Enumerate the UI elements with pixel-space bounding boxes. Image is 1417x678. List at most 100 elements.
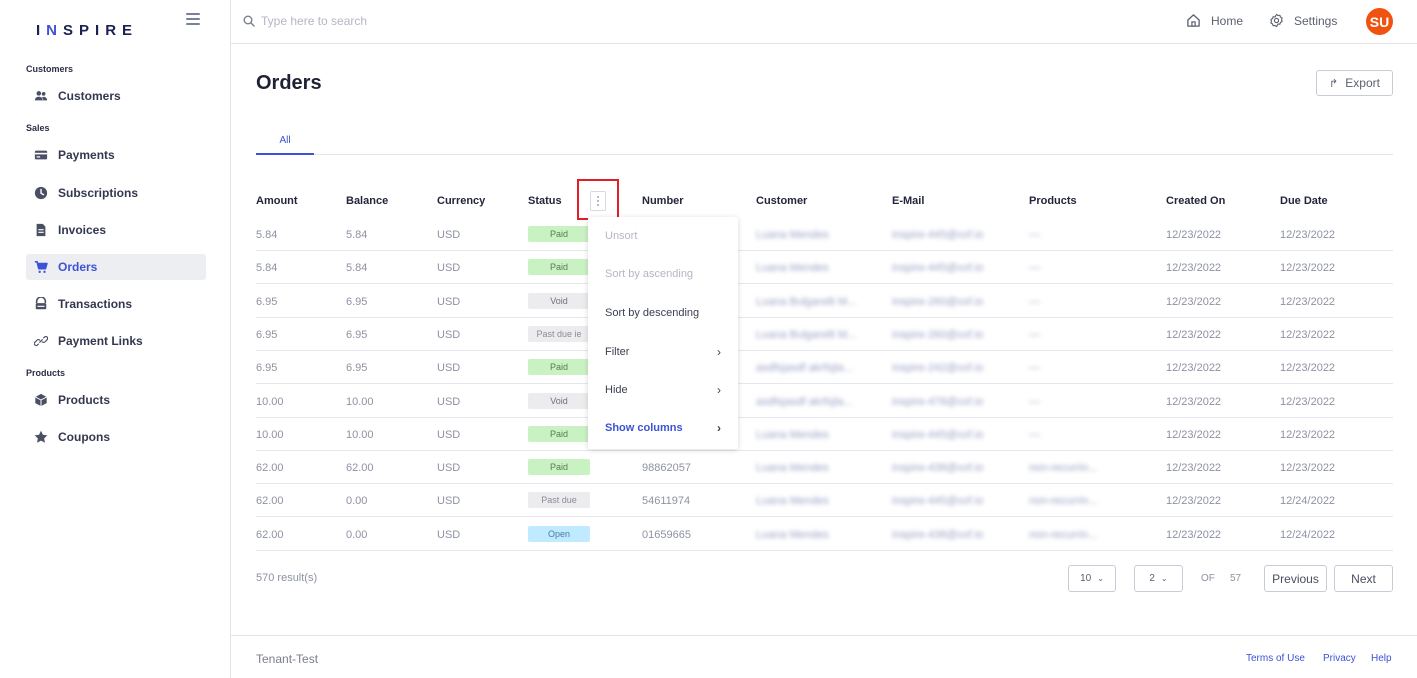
menu-item-label: Sort by ascending [605,268,694,280]
menu-item-show-columns[interactable]: Show columns › [588,409,738,447]
sidebar-item-subscriptions[interactable]: Subscriptions [26,180,206,206]
table-row[interactable]: 62.00 0.00 USD 01659665 Luana Mendes inspire-… [256,518,1393,551]
total-pages: 57 [1230,573,1242,584]
due-date-cell: 12/23/2022 [1280,328,1336,341]
number-cell: 98862057 [642,462,691,475]
table-row[interactable]: 10.00 10.00 USD Luana Mendes inspire-445@xxf… [256,418,1393,451]
sidebar-item-coupons[interactable]: Coupons [26,424,206,450]
email-cell: inspire-445@xxf.io [892,229,984,241]
export-button[interactable]: ↱ Export [1316,70,1393,96]
currency-cell: USD [437,328,461,341]
column-header-due-date[interactable]: Due Date [1280,195,1328,207]
section-label-customers: Customers [26,64,74,74]
currency-cell: USD [437,428,461,441]
previous-button[interactable]: Previous [1264,565,1327,592]
sidebar-item-payment-links[interactable]: Payment Links [26,328,206,354]
section-label-products: Products [26,368,66,378]
brand-letters: SPIRE [63,22,139,39]
column-menu-button[interactable] [590,191,606,211]
column-header-balance[interactable]: Balance [346,195,388,207]
amount-cell: 6.95 [256,362,278,375]
next-button[interactable]: Next [1334,565,1393,592]
customer-cell: Luana Mendes [756,462,829,475]
customer-cell: asdfsjasdf akrfsjla... [756,362,853,375]
column-header-currency[interactable]: Currency [437,195,485,207]
balance-cell: 6.95 [346,295,368,308]
menu-item-hide[interactable]: Hide › [588,371,738,409]
due-date-cell: 12/23/2022 [1280,462,1336,475]
clock-icon [34,186,48,200]
help-link[interactable]: Help [1371,653,1392,664]
amount-cell: 6.95 [256,328,278,341]
table-row[interactable]: 6.95 6.95 USD Luana Bulgarelli M... inspire-… [256,285,1393,318]
sidebar-item-label: Payments [58,148,115,162]
column-header-number[interactable]: Number [642,195,684,207]
box-icon [35,393,47,407]
wallet-icon [35,297,47,310]
column-header-amount[interactable]: Amount [256,195,298,207]
sidebar-item-invoices[interactable]: Invoices [26,217,206,243]
balance-cell: 5.84 [346,262,368,275]
status-badge: Paid [528,259,590,276]
amount-cell: 10.00 [256,428,284,441]
currency-cell: USD [437,528,461,541]
balance-cell: 10.00 [346,395,374,408]
balance-cell: 5.84 [346,229,368,241]
column-header-products[interactable]: Products [1029,195,1077,207]
brand-logo[interactable]: INSPIRE [36,22,138,39]
privacy-link[interactable]: Privacy [1323,653,1356,664]
amount-cell: 62.00 [256,462,284,475]
due-date-cell: 12/24/2022 [1280,495,1336,508]
customer-cell: Luana Mendes [756,495,829,508]
link-icon [34,336,48,346]
products-cell: — [1029,295,1040,308]
sidebar-item-payments[interactable]: Payments [26,142,206,168]
menu-item-sort-descending[interactable]: Sort by descending [588,294,738,332]
menu-toggle-icon[interactable] [186,13,200,25]
sidebar-item-label: Payment Links [58,334,143,348]
sidebar-item-label: Subscriptions [58,186,139,200]
sidebar-item-orders[interactable]: Orders [26,254,206,280]
tab-all[interactable]: All [256,128,314,155]
table-row[interactable]: 10.00 10.00 USD asdfsjasdf akrfsjla... inspi… [256,385,1393,418]
page-number-select[interactable]: 2 ⌄ [1134,565,1183,592]
search-input[interactable] [261,12,661,30]
due-date-cell: 12/23/2022 [1280,229,1336,241]
column-header-created-on[interactable]: Created On [1166,195,1225,207]
products-cell: — [1029,262,1040,275]
email-cell: inspire-445@xxf.io [892,262,984,275]
due-date-cell: 12/23/2022 [1280,362,1336,375]
column-header-customer[interactable]: Customer [756,195,807,207]
avatar[interactable]: SU [1366,8,1393,35]
sidebar-item-label: Orders [58,260,98,274]
balance-cell: 10.00 [346,428,374,441]
table-row[interactable]: 62.00 62.00 USD 98862057 Luana Mendes inspire… [256,451,1393,485]
settings-link[interactable]: Settings [1269,13,1337,28]
menu-item-unsort[interactable]: Unsort [588,217,738,255]
table-row[interactable]: 6.95 6.95 USD asdfsjasdf akrfsjla... inspire… [256,351,1393,385]
table-row[interactable]: 6.95 6.95 USD Luana Bulgarelli M... inspire-… [256,318,1393,351]
sidebar-item-label: Transactions [58,297,133,311]
home-link[interactable]: Home [1186,13,1243,28]
menu-item-sort-ascending[interactable]: Sort by ascending [588,255,738,293]
status-badge: Void [528,292,590,309]
menu-item-filter[interactable]: Filter › [588,333,738,371]
home-label: Home [1211,13,1244,28]
sidebar-item-transactions[interactable]: Transactions [26,291,206,317]
sidebar-item-products[interactable]: Products [26,387,206,413]
table-row[interactable]: 5.84 5.84 USD Luana Mendes inspire-445@xxf.i… [256,251,1393,285]
balance-cell: 62.00 [346,462,374,475]
page-size-select[interactable]: 10 ⌄ [1068,565,1116,592]
status-badge: Paid [528,359,590,376]
amount-cell: 5.84 [256,262,278,275]
sidebar-item-customers[interactable]: Customers [26,83,206,109]
email-cell: inspire-260@xxf.io [892,295,984,308]
column-header-email[interactable]: E-Mail [892,195,924,207]
column-header-status[interactable]: Status [528,195,562,207]
card-icon [34,150,48,160]
created-on-cell: 12/23/2022 [1166,328,1222,341]
table-row[interactable]: 5.84 5.84 USD Luana Mendes inspire-445@xxf.i… [256,218,1393,251]
table-row[interactable]: 62.00 0.00 USD 54611974 Luana Mendes inspire-… [256,484,1393,518]
terms-link[interactable]: Terms of Use [1246,653,1305,664]
due-date-cell: 12/23/2022 [1280,395,1336,408]
